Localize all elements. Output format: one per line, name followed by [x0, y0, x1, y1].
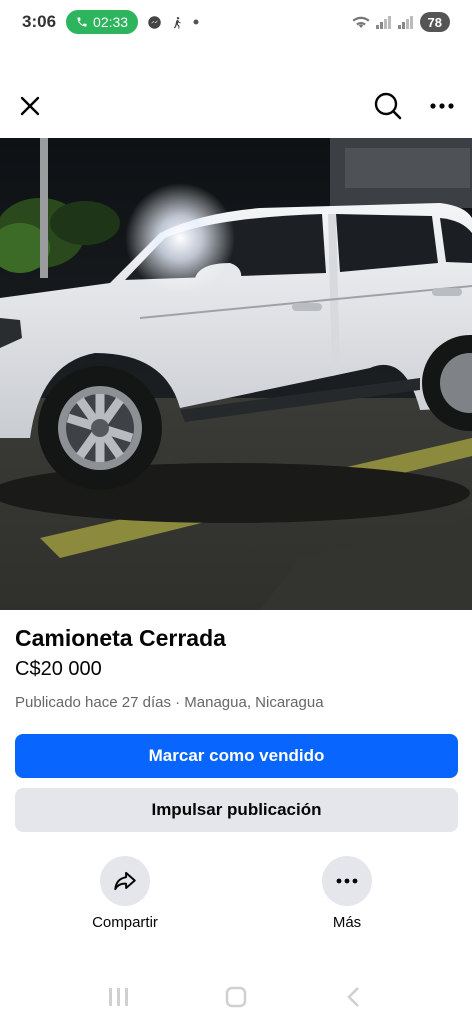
status-right: 78	[352, 12, 450, 32]
home-icon	[225, 986, 247, 1008]
more-icon	[430, 103, 454, 109]
signal-icon	[375, 16, 391, 29]
home-button[interactable]	[216, 977, 256, 1017]
signal-2-icon	[397, 16, 413, 29]
status-time: 3:06	[22, 12, 57, 31]
walking-icon	[171, 15, 184, 30]
back-button[interactable]	[333, 977, 373, 1017]
more-horizontal-icon	[336, 878, 358, 884]
status-bar: 3:06 02:33 78	[0, 0, 472, 44]
notification-dot-icon	[193, 19, 199, 25]
more-label: Más	[332, 914, 362, 931]
phone-icon	[77, 17, 87, 27]
mark-as-sold-button[interactable]: Marcar como vendido	[15, 734, 458, 778]
call-timer: 02:33	[93, 14, 129, 30]
search-icon	[374, 92, 402, 120]
wifi-icon	[352, 16, 370, 28]
close-button[interactable]	[10, 86, 50, 126]
boost-listing-button[interactable]: Impulsar publicación	[15, 788, 458, 832]
share-circle[interactable]	[100, 856, 150, 906]
recents-icon	[108, 988, 128, 1006]
share-action[interactable]: Compartir	[75, 856, 175, 931]
car-photo-illustration	[0, 138, 472, 610]
top-bar	[0, 80, 472, 132]
back-icon	[347, 987, 360, 1007]
call-pill[interactable]: 02:33	[66, 10, 139, 34]
share-label: Compartir	[92, 914, 158, 931]
system-nav-bar	[0, 970, 472, 1024]
share-icon	[114, 871, 136, 891]
messenger-icon	[147, 15, 162, 30]
search-button[interactable]	[368, 86, 408, 126]
listing-meta: Publicado hace 27 días · Managua, Nicara…	[15, 694, 324, 711]
listing-price: C$20 000	[15, 658, 102, 680]
recents-button[interactable]	[99, 977, 139, 1017]
listing-photo[interactable]	[0, 138, 472, 610]
battery-indicator: 78	[419, 12, 450, 32]
more-options-button[interactable]	[422, 86, 462, 126]
listing-title: Camioneta Cerrada	[15, 625, 226, 651]
close-icon	[20, 96, 40, 116]
more-action[interactable]: Más	[297, 856, 397, 931]
more-circle[interactable]	[322, 856, 372, 906]
